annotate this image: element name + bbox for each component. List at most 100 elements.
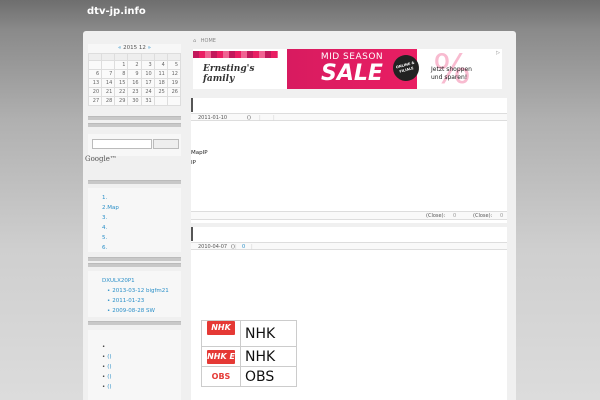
- calendar-week-row: 6 7 8 9 10 11 12: [87, 69, 182, 79]
- table-row: NHK E NHK: [201, 346, 297, 367]
- ad-cta: Jetzt shoppen und sparen!: [431, 66, 472, 82]
- bottom-widget-item[interactable]: (): [102, 352, 181, 362]
- calendar-grid: 1 2 3 4 5 6 7 8 9 10 11 12 13 14 15 16 1…: [87, 53, 182, 106]
- search-input[interactable]: [92, 139, 152, 149]
- calendar-day: 3: [140, 60, 155, 70]
- channel-table: NHK G NHK NHK E NHK OBS OBS: [201, 320, 297, 387]
- breadcrumb-home-link[interactable]: HOME: [201, 38, 216, 44]
- meta-separator: |: [235, 244, 237, 250]
- menu-link[interactable]: 5.: [102, 233, 181, 243]
- calendar-next-link[interactable]: »: [148, 45, 151, 51]
- ad-brand-panel: Ernsting's family: [193, 49, 278, 89]
- channel-logo-cell: NHK G: [201, 320, 241, 347]
- calendar-day: 22: [114, 87, 129, 97]
- obs-logo-icon: OBS: [211, 371, 231, 381]
- calendar-day: [166, 96, 182, 106]
- search-widget: [88, 134, 181, 156]
- channel-name: NHK: [240, 320, 297, 347]
- calendar-day: 13: [87, 78, 103, 88]
- menu-link[interactable]: 3.: [102, 213, 181, 223]
- ad-stripe: [193, 51, 278, 58]
- post-meta: 2010-04-07 () | 0 |: [191, 242, 507, 250]
- ad-cta-line: und sparen!: [431, 74, 468, 81]
- archive-child-link[interactable]: 2009-08-28 SW: [102, 306, 181, 316]
- calendar-day: 11: [153, 69, 168, 79]
- ad-info-icon[interactable]: ▷: [496, 50, 500, 56]
- sidebar-divider: [88, 116, 181, 120]
- archive-child-link[interactable]: 2013-03-12 bigfm21: [102, 286, 181, 296]
- nhk-g-logo-icon: NHK G: [207, 321, 235, 346]
- post-tag-link[interactable]: 0: [242, 244, 245, 250]
- bottom-widget-item[interactable]: [102, 342, 181, 352]
- sidebar-divider: [88, 263, 181, 267]
- search-button[interactable]: [153, 139, 179, 149]
- calendar-week-row: 13 14 15 16 17 18 19: [87, 78, 182, 88]
- channel-logo-cell: NHK E: [201, 346, 241, 367]
- post-title-bar: [191, 227, 193, 241]
- meta-separator: |: [273, 115, 275, 121]
- calendar-day: 26: [166, 87, 182, 97]
- channel-logo-cell: OBS: [201, 366, 241, 387]
- home-icon: ⌂: [193, 38, 197, 44]
- calendar-day: [101, 60, 116, 70]
- sidebar-divider: [88, 257, 181, 261]
- calendar-day: 7: [101, 69, 116, 79]
- post-meta: 2011-01-10 () | |: [191, 113, 507, 121]
- calendar-day: 1: [114, 60, 129, 70]
- post-entry: 2011-01-10 () | | MapIP IP (Close): 0 (C…: [191, 98, 507, 223]
- footer-label[interactable]: (Close):: [473, 213, 492, 219]
- channel-name: OBS: [240, 366, 297, 387]
- calendar-day: 18: [153, 78, 168, 88]
- post-comments-link[interactable]: (): [247, 115, 251, 121]
- post-footer: (Close): 0 (Close): 0: [191, 211, 507, 220]
- archive-child-link[interactable]: 2011-01-23: [102, 296, 181, 306]
- post-date: 2011-01-10: [198, 115, 228, 121]
- post-body: MapIP IP: [191, 148, 208, 168]
- calendar-day: 21: [101, 87, 116, 97]
- calendar-day: 31: [140, 96, 155, 106]
- calendar-day: 8: [114, 69, 129, 79]
- calendar-day: 12: [166, 69, 182, 79]
- nhk-e-logo-icon: NHK E: [207, 349, 235, 364]
- sidebar-divider: [88, 180, 181, 184]
- ad-banner[interactable]: Ernsting's family MID SEASON SALE ONLINE…: [193, 49, 502, 89]
- calendar-day: 28: [101, 96, 116, 106]
- calendar-week-row: 20 21 22 23 24 25 26: [87, 87, 182, 97]
- calendar-prev-link[interactable]: «: [118, 45, 121, 51]
- meta-separator: |: [259, 115, 261, 121]
- calendar-day: 2: [127, 60, 142, 70]
- post-body-line: MapIP: [191, 150, 208, 156]
- menu-link[interactable]: 1.: [102, 193, 181, 203]
- calendar-week-row: 1 2 3 4 5: [87, 60, 182, 70]
- post-title-bar: [191, 98, 193, 112]
- calendar-day: 25: [153, 87, 168, 97]
- calendar-day: [87, 60, 103, 70]
- ad-cta-line: Jetzt shoppen: [431, 66, 472, 73]
- archive-widget: DXULX20P1 2013-03-12 bigfm21 2011-01-23 …: [88, 271, 181, 317]
- menu-link[interactable]: 6.: [102, 243, 181, 253]
- menu-link[interactable]: 4.: [102, 223, 181, 233]
- calendar-day: [153, 96, 168, 106]
- calendar-day: 19: [166, 78, 182, 88]
- calendar-day: 20: [87, 87, 103, 97]
- footer-label[interactable]: (Close):: [426, 213, 445, 219]
- calendar-day: 5: [166, 60, 182, 70]
- footer-count: 0: [453, 213, 457, 219]
- calendar-day: 24: [140, 87, 155, 97]
- calendar-day: 14: [101, 78, 116, 88]
- bottom-widget-item[interactable]: (): [102, 382, 181, 392]
- menu-link[interactable]: 2.Map: [102, 203, 181, 213]
- calendar-month: 12: [138, 45, 146, 51]
- bottom-widget-item[interactable]: (): [102, 372, 181, 382]
- calendar-day: 17: [140, 78, 155, 88]
- calendar-weekday-row: [87, 53, 182, 61]
- archive-parent-link[interactable]: DXULX20P1: [102, 276, 181, 286]
- calendar-week-row: 27 28 29 30 31: [87, 96, 182, 106]
- menu-widget: 1. 2.Map 3. 4. 5. 6.: [88, 188, 181, 252]
- table-row: OBS OBS: [201, 366, 297, 387]
- calendar-day: 6: [87, 69, 103, 79]
- bottom-widget-item[interactable]: (): [102, 362, 181, 372]
- calendar-day: 30: [127, 96, 142, 106]
- site-title[interactable]: dtv-jp.info: [87, 6, 146, 17]
- calendar-day: 23: [127, 87, 142, 97]
